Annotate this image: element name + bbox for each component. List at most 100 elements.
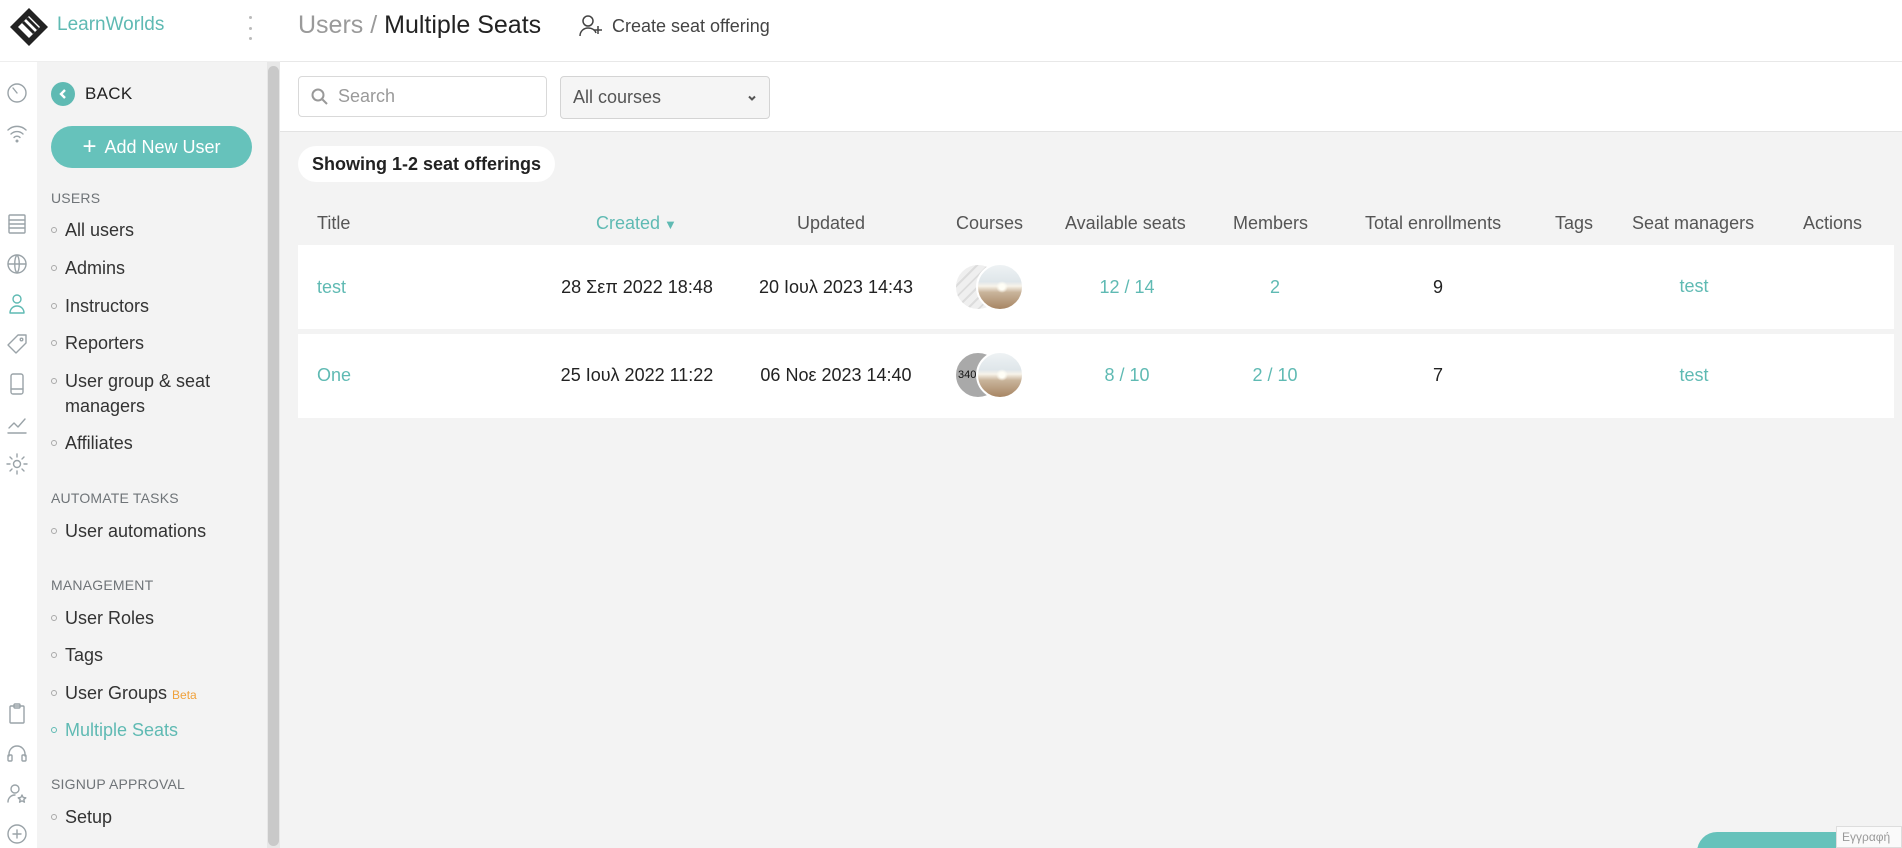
breadcrumb-users-link[interactable]: Users / <box>298 11 377 39</box>
users-icon[interactable] <box>4 291 30 317</box>
page-title: Multiple Seats <box>384 11 542 39</box>
course-thumbnails: 340 <box>954 351 1034 399</box>
row-seat-managers[interactable]: test <box>1679 365 1708 386</box>
course-filter-select[interactable]: All courses <box>560 76 770 119</box>
column-available-seats[interactable]: Available seats <box>1065 213 1186 234</box>
add-new-user-button[interactable]: + Add New User <box>51 126 252 168</box>
row-available-seats[interactable]: 12 / 14 <box>1099 277 1154 298</box>
column-total-enrollments[interactable]: Total enrollments <box>1365 213 1501 234</box>
user-star-icon[interactable] <box>4 781 30 807</box>
row-updated: 20 Ιουλ 2023 14:43 <box>759 277 913 297</box>
analytics-icon[interactable] <box>4 411 30 437</box>
column-title[interactable]: Title <box>317 213 350 234</box>
sidebar-item-label-text: User Groups <box>65 683 168 703</box>
course-filter-value: All courses <box>573 87 662 107</box>
bullet-icon <box>51 378 57 384</box>
bullet-icon <box>51 340 57 346</box>
plus-circle-icon[interactable] <box>4 821 30 847</box>
sidebar-item-affiliates[interactable]: Affiliates <box>51 431 133 456</box>
wifi-icon[interactable] <box>4 120 30 146</box>
more-options-icon[interactable] <box>244 16 256 40</box>
sidebar-scrollbar-thumb[interactable] <box>268 66 279 846</box>
column-created[interactable]: Created ▼ <box>596 213 677 234</box>
row-title-link[interactable]: test <box>317 277 346 298</box>
sidebar-item-instructors[interactable]: Instructors <box>51 294 149 319</box>
sidebar-item-user-groups[interactable]: User Groups Beta <box>51 681 197 708</box>
sidebar-item-multiple-seats[interactable]: Multiple Seats <box>51 718 178 743</box>
sidebar-item-label: Multiple Seats <box>65 720 179 740</box>
tag-icon[interactable] <box>4 331 30 357</box>
section-automate-tasks: AUTOMATE TASKS <box>51 490 179 506</box>
row-updated: 06 Νοε 2023 14:40 <box>760 365 912 385</box>
table-row[interactable]: One 25 Ιουλ 2022 11:22 06 Νοε 2023 14:40… <box>298 334 1894 418</box>
sidebar-item-label: Tags <box>65 645 104 665</box>
column-courses[interactable]: Courses <box>956 213 1023 234</box>
sidebar-item-reporters[interactable]: Reporters <box>51 331 144 356</box>
sidebar-item-label: User Groups Beta <box>65 681 197 708</box>
column-tags[interactable]: Tags <box>1555 213 1593 234</box>
brand-bar: LearnWorlds <box>0 0 280 62</box>
sidebar-item-admins[interactable]: Admins <box>51 256 125 281</box>
sort-desc-icon: ▼ <box>664 217 677 232</box>
courses-icon[interactable] <box>4 211 30 237</box>
add-user-icon <box>579 15 602 37</box>
dashboard-icon[interactable] <box>4 80 30 106</box>
column-seat-managers[interactable]: Seat managers <box>1632 213 1754 234</box>
sidebar-item-label: Reporters <box>65 333 145 353</box>
support-headset-icon[interactable] <box>4 741 30 767</box>
sidebar-item-label-line: User group & seat <box>65 371 211 391</box>
clipboard-icon[interactable] <box>4 701 30 727</box>
bullet-icon <box>51 652 57 658</box>
gear-icon[interactable] <box>4 451 30 477</box>
bullet-icon <box>51 528 57 534</box>
row-title-link[interactable]: One <box>317 365 351 386</box>
bullet-icon <box>51 303 57 309</box>
section-management: MANAGEMENT <box>51 577 154 593</box>
search-box[interactable] <box>298 76 547 117</box>
sidebar-item-label: Setup <box>65 807 113 827</box>
chat-widget-button[interactable] <box>1697 832 1857 848</box>
row-seat-managers[interactable]: test <box>1679 276 1708 297</box>
mobile-icon[interactable] <box>4 371 30 397</box>
bullet-icon <box>51 727 57 733</box>
learnworlds-logo[interactable] <box>8 6 50 48</box>
sidebar-item-label: User group & seat managers <box>65 369 210 419</box>
row-created: 28 Σεπ 2022 18:48 <box>561 277 713 297</box>
sidebar-item-user-roles[interactable]: User Roles <box>51 606 154 631</box>
bullet-icon <box>51 690 57 696</box>
top-bar: Users / Multiple Seats Create seat offer… <box>280 0 1902 62</box>
sidebar-item-user-group-seat-managers[interactable]: User group & seat managers <box>51 369 210 419</box>
column-members[interactable]: Members <box>1233 213 1308 234</box>
globe-icon[interactable] <box>4 251 30 277</box>
back-button[interactable]: BACK <box>51 82 133 106</box>
sidebar-item-user-automations[interactable]: User automations <box>51 519 206 544</box>
filter-bar: All courses <box>280 62 1902 132</box>
table-row[interactable]: test 28 Σεπ 2022 18:48 20 Ιουλ 2023 14:4… <box>298 245 1894 329</box>
sidebar-item-label: User Roles <box>65 608 155 628</box>
row-available-seats[interactable]: 8 / 10 <box>1104 365 1149 386</box>
sidebar-item-label-line: managers <box>65 396 146 416</box>
language-widget[interactable]: Εγγραφή <box>1836 826 1902 848</box>
sidebar-item-setup[interactable]: Setup <box>51 805 112 830</box>
beta-badge: Beta <box>172 688 197 702</box>
bullet-icon <box>51 615 57 621</box>
add-new-user-label: Add New User <box>104 136 221 157</box>
course-thumbnails <box>954 263 1034 311</box>
section-signup-approval: SIGNUP APPROVAL <box>51 776 185 792</box>
back-label: BACK <box>85 84 133 103</box>
icon-rail <box>0 0 37 848</box>
row-members[interactable]: 2 <box>1270 277 1280 298</box>
sidebar-item-label: User automations <box>65 521 207 541</box>
sidebar-item-tags[interactable]: Tags <box>51 643 103 668</box>
search-input[interactable] <box>338 86 538 107</box>
chevron-left-icon <box>51 82 75 106</box>
create-seat-offering-button[interactable]: Create seat offering <box>578 13 770 39</box>
sidebar-item-label: All users <box>65 220 135 240</box>
column-updated[interactable]: Updated <box>797 213 865 234</box>
sidebar-item-all-users[interactable]: All users <box>51 218 134 243</box>
row-members[interactable]: 2 / 10 <box>1252 365 1297 386</box>
row-total-enrollments: 9 <box>1432 277 1444 297</box>
course-thumbnail <box>976 263 1024 311</box>
brand-name[interactable]: LearnWorlds <box>57 14 164 36</box>
chevron-down-icon <box>748 95 756 101</box>
